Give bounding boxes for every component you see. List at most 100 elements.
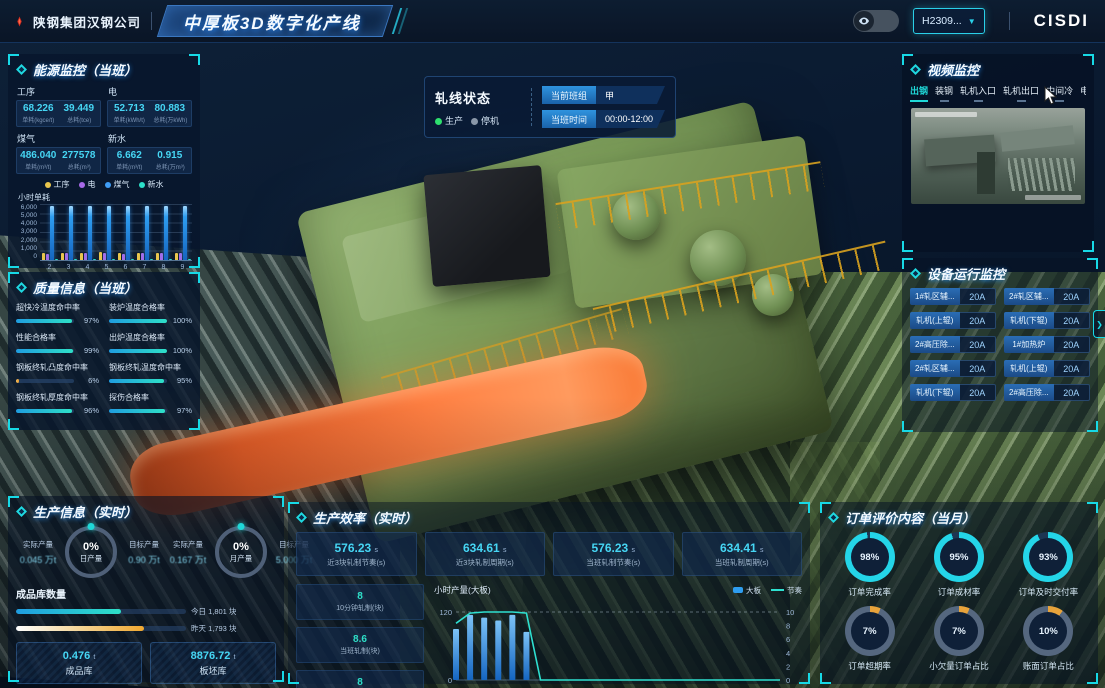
quality-item-label: 探伤合格率 (109, 392, 192, 403)
badge-label: 当前班组 (542, 86, 596, 104)
equipment-label: 1#轧区辅... (910, 288, 960, 305)
page-title: 中厚板3D数字化产线 (183, 9, 361, 34)
badge-label: 当班时间 (542, 110, 596, 128)
energy-group-name: 新水 (108, 132, 192, 145)
equipment-rows: 1#轧区辅... 20A 2#轧区辅... 20A 轧机(上辊) 20A (910, 288, 1090, 401)
video-tab[interactable]: 出钢 (910, 84, 928, 102)
video-panel-title: 视频监控 (910, 60, 1086, 79)
quality-item-label: 钢板终轧凸度命中率 (16, 362, 99, 373)
energy-group: 新水 6.662 单耗(m³/t) 0.915 总耗(万m³) (107, 131, 192, 174)
energy-monitor-panel: 能源监控（当班） 工序 68.226 单耗(kgce/t) 39.449 总耗(… (8, 54, 200, 268)
green-dot-icon (435, 118, 442, 125)
line-status-title: 轧线状态 (435, 88, 521, 107)
quality-item: 超快冷温度命中率 97% (16, 302, 99, 325)
energy-group-card: 68.226 单耗(kgce/t) 39.449 总耗(tce) (16, 100, 101, 127)
svg-text:4: 4 (786, 649, 790, 658)
quality-progress-track (109, 379, 167, 383)
equipment-cell: 轧机(上辊) 20A (1004, 360, 1090, 377)
quality-progress-track (109, 319, 167, 323)
order-gauge-cell: 95% 订单成材率 (917, 532, 1000, 598)
camera-select-value: H2309... (922, 15, 962, 27)
top-header: 陕钢集团汉钢公司 中厚板3D数字化产线 H2309... ▼ CISDI (0, 0, 1105, 43)
header-divider (1009, 12, 1010, 30)
legend-label: 煤气 (114, 179, 130, 190)
video-tab[interactable]: 电动热 (1080, 84, 1086, 102)
order-gauge-label: 订单及时交付率 (1019, 586, 1079, 598)
quality-progress-track (16, 319, 74, 323)
daily-pct: 0% (83, 541, 99, 553)
stock-bar-today-label: 今日 1,801 块 (191, 606, 236, 617)
energy-chart-title: 小时单耗 (18, 192, 192, 203)
video-tab[interactable]: 装钢 (935, 84, 953, 102)
quality-item-label: 性能合格率 (16, 332, 99, 343)
equipment-row: 1#轧区辅... 20A 2#轧区辅... 20A (910, 288, 1090, 305)
energy-groups: 工序 68.226 单耗(kgce/t) 39.449 总耗(tce) 电 52… (16, 84, 192, 174)
quality-item-pct: 96% (77, 406, 99, 415)
energy-unit: 总耗(tce) (62, 114, 96, 123)
equipment-cell: 1#加热炉 20A (1004, 336, 1090, 353)
diamond-icon (16, 282, 27, 293)
order-gauge-label: 小欠量订单占比 (929, 660, 989, 672)
order-gauge-label: 订单超期率 (848, 660, 891, 672)
quality-item: 性能合格率 99% (16, 332, 99, 355)
video-tab[interactable]: 轧机出口 (1003, 84, 1039, 102)
order-gauge-pct: 93% (1039, 552, 1058, 563)
cisdi-logo: CISDI (1034, 11, 1089, 31)
cctv-video-feed[interactable] (911, 108, 1085, 204)
quality-item-pct: 97% (77, 316, 99, 325)
energy-value: 68.226 (20, 103, 57, 114)
video-tab[interactable]: 轧机入口 (960, 84, 996, 102)
equipment-cell: 2#高压除... 20A (1004, 384, 1090, 401)
energy-value: 6.662 (111, 150, 148, 161)
chevron-down-icon: ▼ (968, 17, 976, 26)
equipment-monitor-panel: 设备运行监控 1#轧区辅... 20A 2#轧区辅... 20A (902, 258, 1098, 432)
equipment-label: 轧机(上辊) (910, 312, 960, 329)
energy-unit: 总耗(m³) (62, 161, 96, 170)
video-monitor-panel: 视频监控 出钢 装钢 轧机入口 轧机出口 中间冷 电动热 (902, 54, 1094, 252)
quality-item-pct: 100% (170, 316, 192, 325)
hourly-output-chart: 小时产量(大板) 大板 节奏 (434, 584, 802, 688)
order-gauge-pct: 10% (1039, 626, 1058, 637)
efficiency-stat-card: 576.23 s 当班轧制节奏(s) (553, 532, 674, 576)
svg-text:10: 10 (786, 608, 794, 617)
quality-item-pct: 99% (77, 346, 99, 355)
energy-group-name: 电 (108, 85, 192, 98)
orders-evaluation-panel: 订单评价内容（当月） 98% 订单完成率 95% 订单成材率 (820, 502, 1098, 684)
energy-chart-plot: 23456789 (40, 204, 192, 261)
equipment-row: 2#轧区辅... 20A 轧机(上辊) 20A (910, 360, 1090, 377)
energy-group-card: 486.040 单耗(m³/t) 277578 总耗(m³) (16, 147, 101, 174)
equipment-panel-title: 设备运行监控 (910, 264, 1090, 283)
energy-group: 电 52.713 单耗(kWh/t) 80.883 总耗(万kWh) (107, 84, 192, 127)
camera-select-dropdown[interactable]: H2309... ▼ (913, 8, 985, 34)
eye-icon (854, 11, 874, 31)
efficiency-mini-card: 8 全天轧制(块) (296, 670, 424, 688)
quality-progress-fill (109, 319, 167, 323)
equipment-cell: 2#轧区辅... 20A (1004, 288, 1090, 305)
quality-item-pct: 100% (170, 346, 192, 355)
order-gauge-cell: 93% 订单及时交付率 (1007, 532, 1090, 598)
energy-group-card: 6.662 单耗(m³/t) 0.915 总耗(万m³) (107, 147, 192, 174)
daily-output-ring: 0% 日产量 (65, 526, 117, 578)
legend-item: 电 (79, 179, 96, 190)
energy-unit: 总耗(万kWh) (153, 114, 187, 123)
feed-osd-text (915, 112, 977, 117)
quality-progress-fill (16, 409, 72, 413)
equipment-label: 2#轧区辅... (910, 360, 960, 377)
mouse-cursor-icon (1044, 86, 1058, 106)
efficiency-stat-label: 当班轧制节奏(s) (586, 557, 640, 568)
quality-items: 超快冷温度命中率 97% 装炉温度合格率 100% 性能合格率 (16, 302, 192, 415)
energy-chart-yaxis: 6,0005,0004,0003,0002,0001,0000 (16, 204, 40, 260)
order-gauge-ring: 10% (1023, 606, 1073, 656)
panel-collapse-handle[interactable]: ❯ (1093, 310, 1105, 338)
production-panel-title: 生产信息（实时） (16, 502, 276, 521)
energy-value: 80.883 (152, 103, 189, 114)
order-gauge-cell: 7% 订单超期率 (828, 606, 911, 672)
legend-item: 煤气 (105, 179, 130, 190)
slab-stock-box: 8876.72 t 板坯库 (150, 642, 276, 684)
legend-label: 电 (88, 179, 96, 190)
order-gauge-cell: 98% 订单完成率 (828, 532, 911, 598)
visibility-toggle[interactable] (853, 10, 899, 32)
equipment-current-value: 20A (1054, 288, 1090, 305)
quality-item-pct: 6% (77, 376, 99, 385)
equipment-label: 轧机(下辊) (910, 384, 960, 401)
